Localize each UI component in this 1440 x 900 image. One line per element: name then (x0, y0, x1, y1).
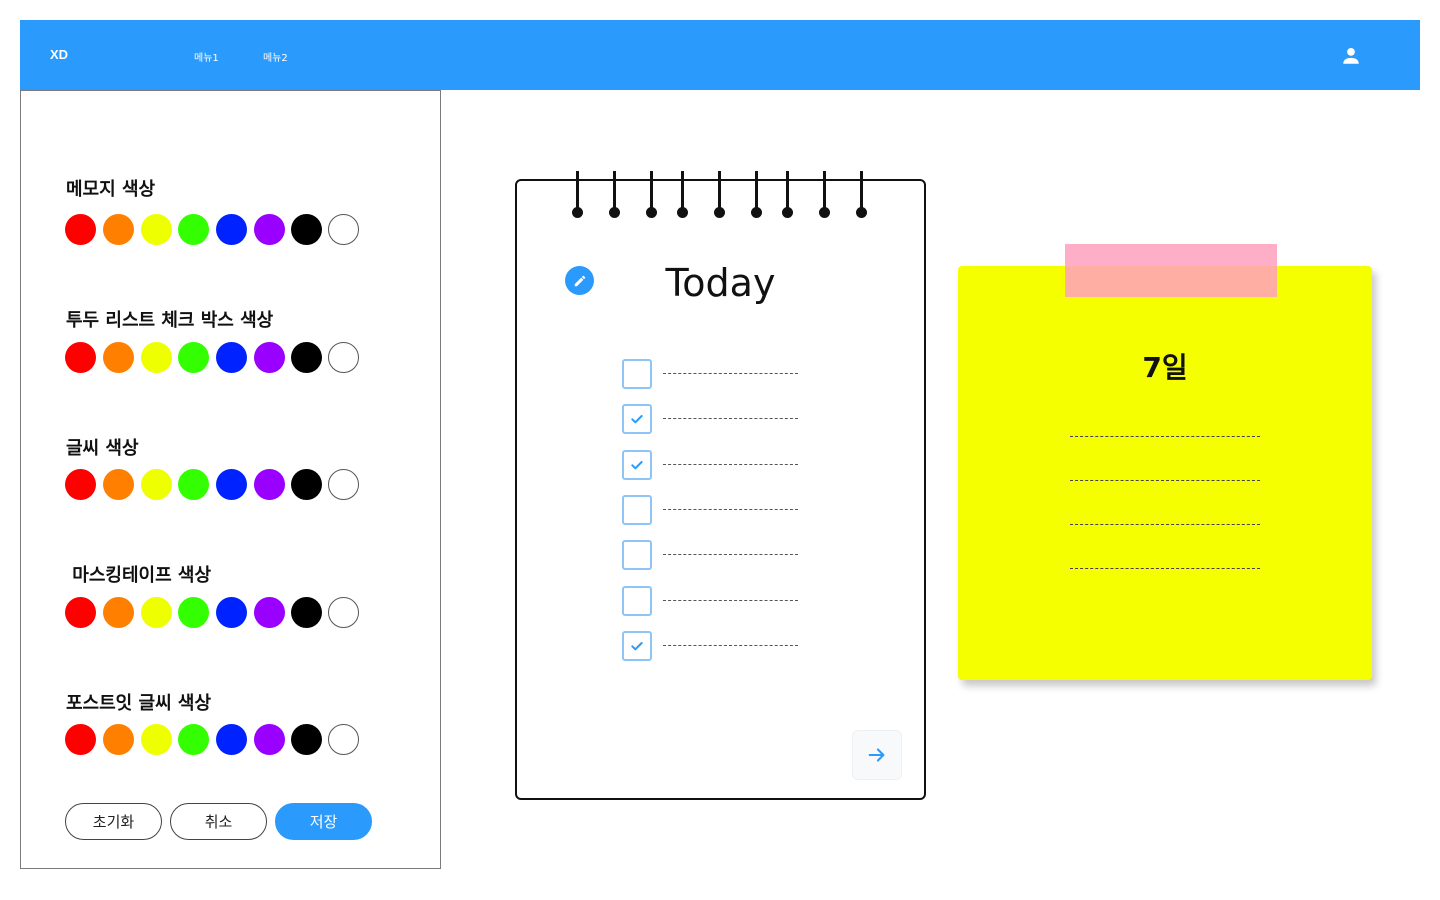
swatch-green[interactable] (178, 724, 209, 755)
todo-checkbox[interactable] (622, 631, 652, 661)
spiral-ring (646, 171, 657, 218)
user-icon[interactable] (1340, 45, 1362, 67)
swatch-black[interactable] (291, 724, 322, 755)
swatch-black[interactable] (291, 469, 322, 500)
check-icon (631, 642, 643, 651)
settings-panel: 메모지 색상 투두 리스트 체크 박스 색상 글씨 색상 마스킹테이프 색상 포… (20, 90, 441, 869)
swatch-red[interactable] (65, 342, 96, 373)
swatch-yellow[interactable] (141, 342, 172, 373)
check-icon (631, 415, 643, 424)
todo-checkbox[interactable] (622, 586, 652, 616)
swatch-white[interactable] (328, 597, 359, 628)
swatch-blue[interactable] (216, 214, 247, 245)
swatch-white[interactable] (328, 469, 359, 500)
todo-line (663, 418, 798, 419)
swatch-green[interactable] (178, 214, 209, 245)
section-title-postit-text-color: 포스트잇 글씨 색상 (66, 693, 212, 714)
arrow-right-icon (868, 748, 885, 762)
top-navbar: XD 메뉴1 메뉴2 (20, 20, 1420, 90)
swatch-purple[interactable] (254, 724, 285, 755)
spiral-ring (819, 171, 830, 218)
today-notebook: Today (515, 171, 926, 800)
spiral-ring (677, 171, 688, 218)
swatch-red[interactable] (65, 214, 96, 245)
todo-item (622, 631, 802, 661)
spiral-ring (856, 171, 867, 218)
todo-checkbox[interactable] (622, 495, 652, 525)
spiral-ring (751, 171, 762, 218)
todo-item (622, 540, 802, 570)
section-title-checkbox-color: 투두 리스트 체크 박스 색상 (66, 310, 274, 331)
logo[interactable]: XD (50, 47, 68, 62)
swatch-orange[interactable] (103, 214, 134, 245)
swatch-purple[interactable] (254, 469, 285, 500)
swatch-red[interactable] (65, 469, 96, 500)
swatch-white[interactable] (328, 342, 359, 373)
spiral-ring (609, 171, 620, 218)
cancel-button[interactable]: 취소 (170, 803, 267, 840)
swatch-purple[interactable] (254, 342, 285, 373)
spiral-ring (782, 171, 793, 218)
swatch-yellow[interactable] (141, 597, 172, 628)
todo-line (663, 554, 798, 555)
todo-checkbox[interactable] (622, 540, 652, 570)
swatch-black[interactable] (291, 214, 322, 245)
todo-item (622, 586, 802, 616)
todo-line (663, 464, 798, 465)
swatch-green[interactable] (178, 469, 209, 500)
swatch-orange[interactable] (103, 469, 134, 500)
sticky-note-line (1070, 524, 1260, 525)
todo-item (622, 404, 802, 434)
swatch-yellow[interactable] (141, 214, 172, 245)
sticky-note-line (1070, 480, 1260, 481)
swatch-blue[interactable] (216, 724, 247, 755)
swatch-blue[interactable] (216, 342, 247, 373)
todo-item (622, 450, 802, 480)
swatch-green[interactable] (178, 597, 209, 628)
todo-checkbox[interactable] (622, 404, 652, 434)
swatch-black[interactable] (291, 597, 322, 628)
next-button[interactable] (852, 730, 902, 780)
spiral-ring (572, 171, 583, 218)
section-title-memo-color: 메모지 색상 (66, 179, 156, 200)
swatch-white[interactable] (328, 214, 359, 245)
sticky-note-title: 7일 (1142, 351, 1188, 384)
swatch-yellow[interactable] (141, 469, 172, 500)
spiral-ring (714, 171, 725, 218)
nav-menu-2[interactable]: 메뉴2 (263, 49, 288, 64)
sticky-note-line (1070, 568, 1260, 569)
todo-line (663, 645, 798, 646)
swatch-red[interactable] (65, 724, 96, 755)
todo-item (622, 495, 802, 525)
nav-menu-1[interactable]: 메뉴1 (194, 49, 219, 64)
swatch-orange[interactable] (103, 597, 134, 628)
reset-button[interactable]: 초기화 (65, 803, 162, 840)
todo-line (663, 509, 798, 510)
swatch-orange[interactable] (103, 342, 134, 373)
swatch-purple[interactable] (254, 214, 285, 245)
masking-tape (1065, 244, 1277, 297)
todo-line (663, 600, 798, 601)
check-icon (631, 461, 643, 470)
swatch-green[interactable] (178, 342, 209, 373)
section-title-text-color: 글씨 색상 (66, 438, 139, 459)
sticky-note-line (1070, 436, 1260, 437)
swatch-orange[interactable] (103, 724, 134, 755)
todo-item (622, 359, 802, 389)
swatch-white[interactable] (328, 724, 359, 755)
swatch-yellow[interactable] (141, 724, 172, 755)
save-button[interactable]: 저장 (275, 803, 372, 840)
swatch-blue[interactable] (216, 597, 247, 628)
swatch-blue[interactable] (216, 469, 247, 500)
notebook-title: Today (665, 261, 776, 305)
todo-checkbox[interactable] (622, 450, 652, 480)
swatch-purple[interactable] (254, 597, 285, 628)
sticky-note[interactable]: 7일 (958, 266, 1372, 680)
swatch-black[interactable] (291, 342, 322, 373)
todo-checkbox[interactable] (622, 359, 652, 389)
todo-line (663, 373, 798, 374)
swatch-red[interactable] (65, 597, 96, 628)
section-title-tape-color: 마스킹테이프 색상 (66, 565, 212, 586)
